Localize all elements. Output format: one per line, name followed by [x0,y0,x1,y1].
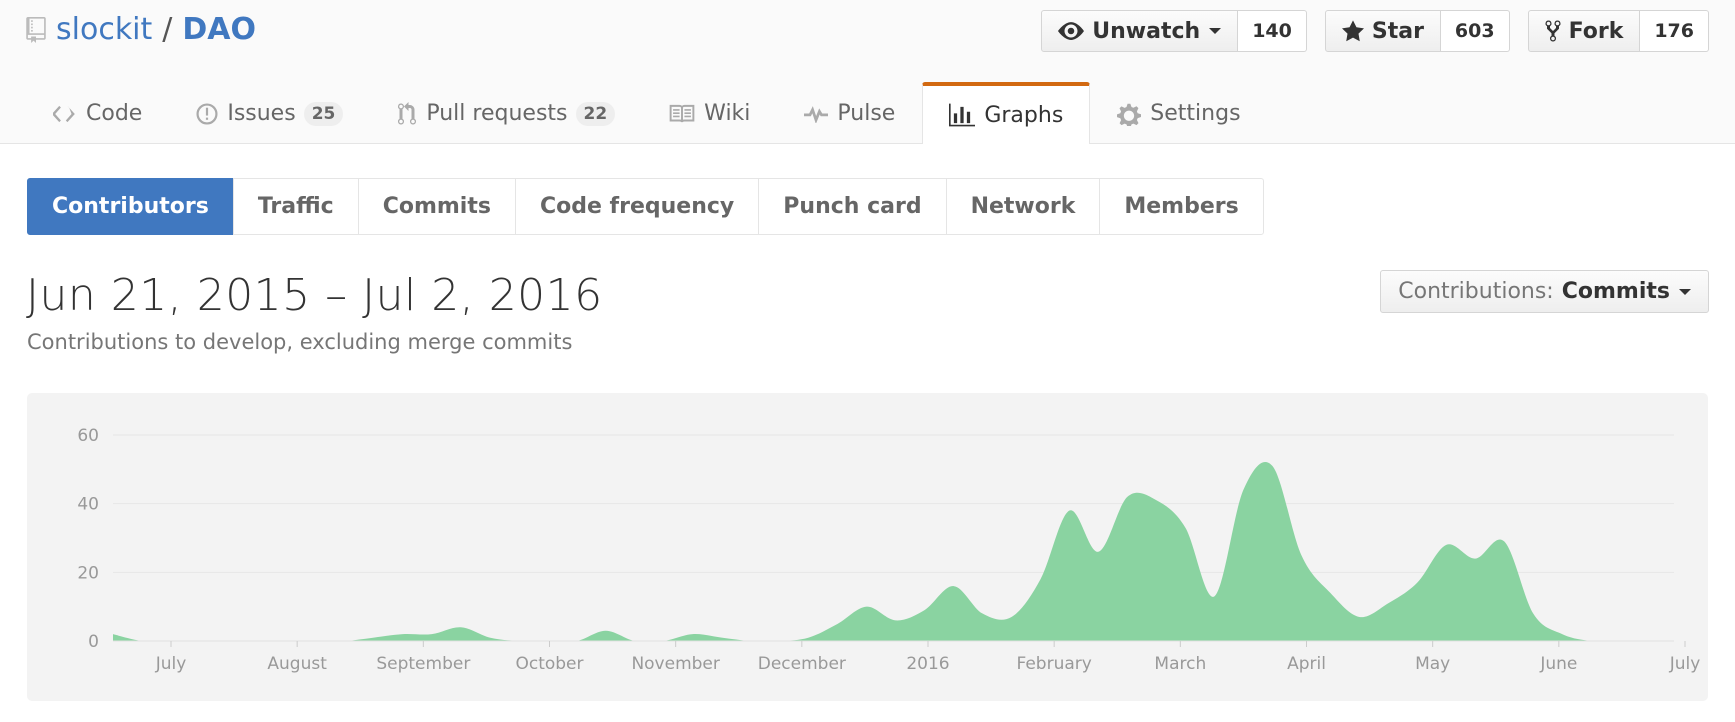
x-tick-label: May [1415,654,1450,674]
fork-label: Fork [1568,18,1624,44]
x-tick-label: December [758,654,846,674]
x-tick-label: September [376,654,470,674]
graph-icon [949,103,976,127]
chevron-down-icon [1209,28,1222,34]
subnav-traffic[interactable]: Traffic [232,178,359,235]
x-tick-label: 2016 [906,654,949,674]
x-tick-label: August [267,654,327,674]
tab-pull-requests-label: Pull requests [426,101,568,126]
date-range-title: Jun 21, 2015 – Jul 2, 2016 [26,270,603,321]
tab-settings-label: Settings [1150,101,1241,126]
x-tick-label: October [515,654,583,674]
x-tick-label: April [1287,654,1326,674]
tab-issues-label: Issues [227,101,296,126]
y-tick-label: 20 [77,563,99,583]
tab-issues[interactable]: Issues 25 [169,82,370,144]
book-icon [669,104,695,122]
star-icon [1341,20,1364,42]
repo-nav: Code Issues 25 Pull requests 22 Wiki Pul… [26,82,1268,144]
x-tick-label: June [1539,654,1577,674]
watchers-count[interactable]: 140 [1238,10,1307,52]
contributions-select-label: Contributions: [1398,279,1554,304]
graphs-subnav: Contributors Traffic Commits Code freque… [27,178,1264,235]
unwatch-button[interactable]: Unwatch [1041,10,1239,52]
tab-pulse[interactable]: Pulse [777,82,922,144]
eye-icon [1058,22,1085,40]
chevron-down-icon [1679,288,1691,295]
code-icon [53,105,75,122]
y-tick-label: 60 [77,426,99,446]
pull-request-icon [398,101,417,125]
repo-title: slockit / DAO [26,12,256,47]
repo-owner-link[interactable]: slockit [56,12,152,47]
subnav-code-frequency[interactable]: Code frequency [514,178,760,235]
subnav-commits[interactable]: Commits [357,178,516,235]
repo-path-separator: / [162,12,173,47]
subnav-contributors[interactable]: Contributors [27,178,234,235]
tab-pull-requests[interactable]: Pull requests 22 [370,82,642,144]
watch-button-group: Unwatch 140 [1041,10,1307,52]
tab-code[interactable]: Code [26,82,169,144]
x-tick-label: February [1016,654,1091,674]
contributions-area-chart: 0 20 40 60 July August September October Novembe… [77,426,1701,674]
subnav-punch-card[interactable]: Punch card [758,178,947,235]
repo-actions: Unwatch 140 Star 603 Fork 176 [1041,10,1735,52]
unwatch-label: Unwatch [1092,18,1201,44]
subnav-members[interactable]: Members [1099,178,1264,235]
subnav-network[interactable]: Network [945,178,1101,235]
tab-code-label: Code [86,101,143,126]
date-range-subtitle: Contributions to develop, excluding merg… [27,330,573,354]
gear-icon [1117,103,1142,126]
contributions-select-value: Commits [1561,279,1670,304]
star-button-group: Star 603 [1324,10,1510,52]
repo-icon [26,16,46,43]
issues-counter: 25 [303,101,344,126]
x-tick-label: July [155,654,187,674]
star-label: Star [1371,18,1424,44]
stargazers-count[interactable]: 603 [1440,10,1510,52]
repo-name-link[interactable]: DAO [182,12,256,47]
x-tick-label: March [1154,654,1206,674]
tab-pulse-label: Pulse [837,101,896,126]
tab-graphs[interactable]: Graphs [922,82,1091,144]
issue-icon [196,102,218,125]
x-tick-label: November [631,654,719,674]
commits-area-series [113,462,1674,641]
x-tick-label: July [1669,654,1701,674]
fork-icon [1545,20,1561,42]
y-tick-label: 0 [88,632,99,652]
forks-count[interactable]: 176 [1640,10,1709,52]
tab-wiki[interactable]: Wiki [642,82,777,144]
contributions-graph: 0 20 40 60 July August September October Novembe… [27,393,1708,701]
tab-graphs-label: Graphs [984,102,1064,128]
y-tick-label: 40 [77,495,99,515]
star-button[interactable]: Star [1324,10,1441,52]
contributions-type-select[interactable]: Contributions: Commits [1380,270,1709,313]
fork-button[interactable]: Fork [1527,10,1641,52]
tab-wiki-label: Wiki [704,101,751,126]
pulse-icon [804,105,829,123]
fork-button-group: Fork 176 [1527,10,1709,52]
page-header: slockit / DAO Unwatch 140 Star 603 Fork [0,0,1735,144]
pull-requests-counter: 22 [575,101,616,126]
tab-settings[interactable]: Settings [1090,82,1267,144]
